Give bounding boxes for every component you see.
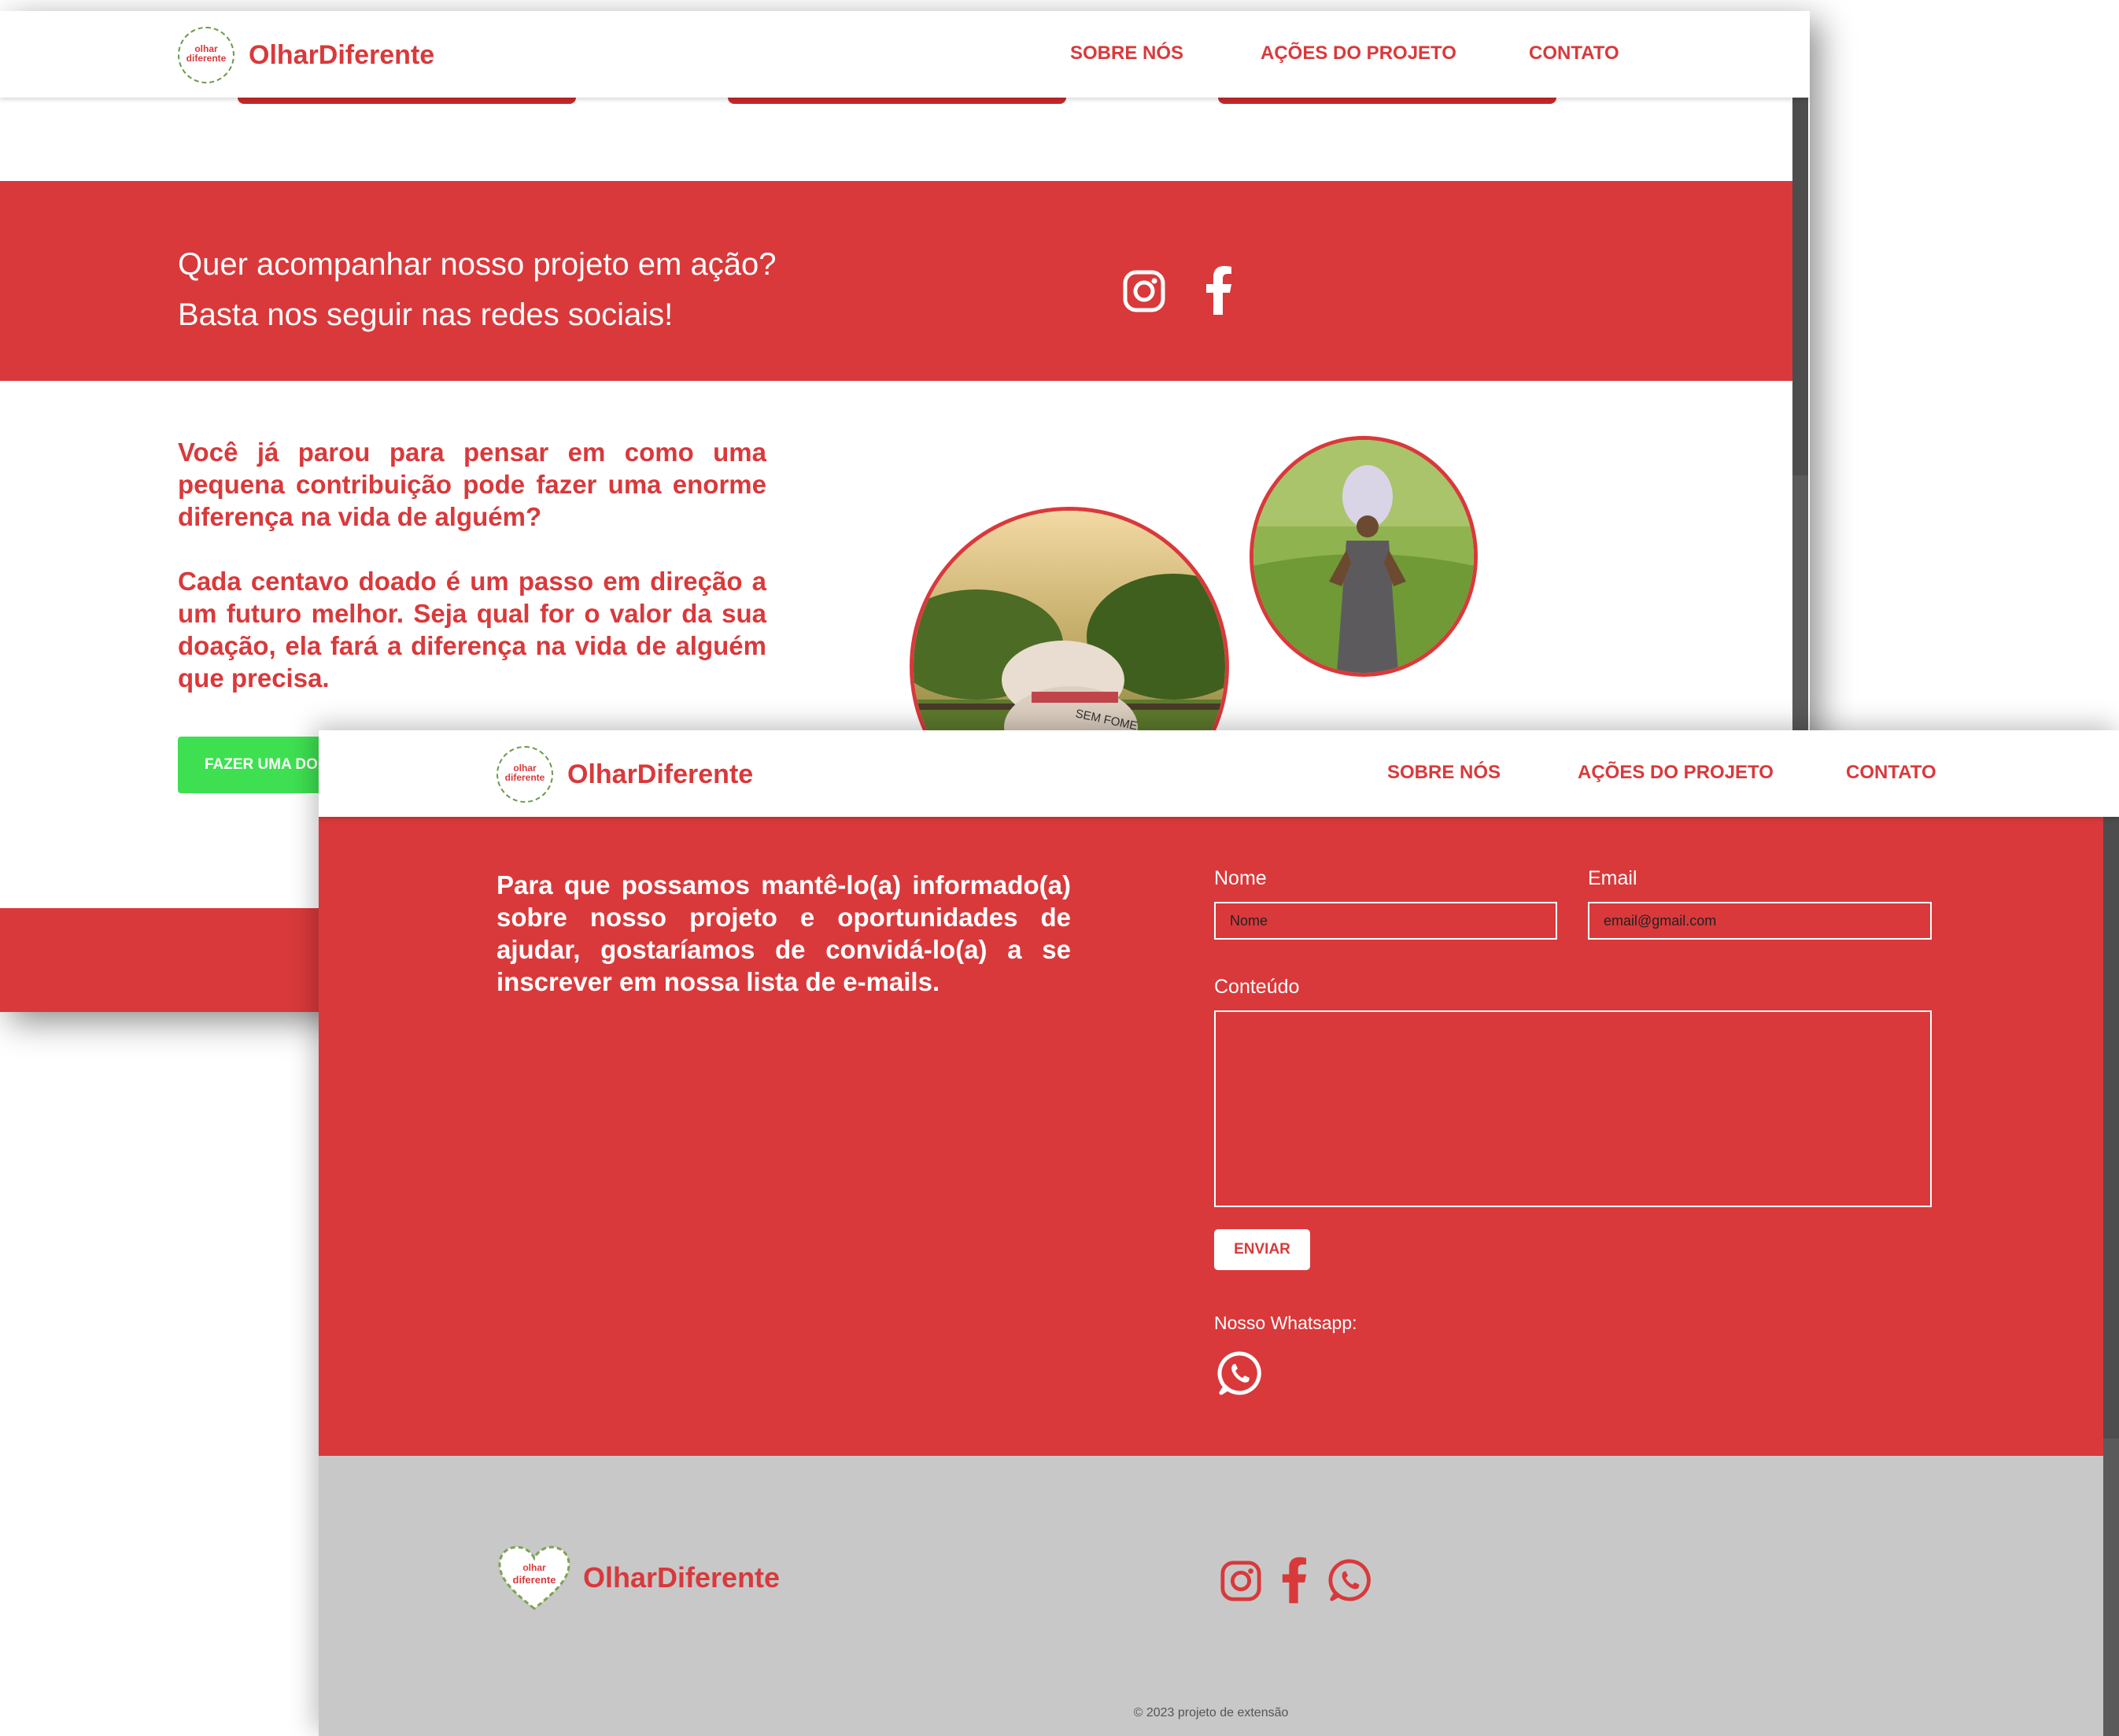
instagram-icon[interactable] [1122,269,1166,313]
copyright: © 2023 projeto de extensão [1133,1706,1289,1719]
social-band: Quer acompanhar nosso projeto em ação? B… [0,181,1792,381]
footer-facebook-icon[interactable] [1280,1557,1307,1604]
browser-window-front: olhar diferente OlharDiferente SOBRE NÓS … [319,730,2119,1736]
nav-contato[interactable]: CONTATO [1529,42,1619,65]
logo-text: olhar diferente [186,43,227,64]
email-input[interactable]: email@gmail.com [1588,902,1932,940]
content-textarea[interactable] [1214,1010,1932,1207]
scrollbar[interactable]: ▲ [2103,730,2119,1736]
name-label: Nome [1214,867,1267,889]
footer-brand[interactable]: olhar diferente OlharDiferente [497,1544,780,1612]
brand-logo-link[interactable]: olhar diferente OlharDiferente [497,746,753,803]
footer-instagram-icon[interactable] [1220,1560,1262,1602]
facebook-icon[interactable] [1204,266,1232,315]
footer: olhar diferente OlharDiferente © 2023 pr… [319,1456,2103,1736]
heart-logo-icon: olhar diferente [498,1546,570,1610]
navbar: olhar diferente OlharDiferente SOBRE NÓS … [0,11,1810,98]
navbar: olhar diferente OlharDiferente SOBRE NÓS … [319,730,2119,817]
content-label: Conteúdo [1214,976,1300,998]
svg-text:olhar: olhar [522,1562,546,1573]
brand-name: OlharDiferente [567,759,754,789]
brand-logo-link[interactable]: olhar diferente OlharDiferente [178,27,434,83]
footer-brand-name: OlharDiferente [583,1561,781,1594]
logo-text: olhar diferente [504,763,545,783]
footer-whatsapp-icon[interactable] [1328,1558,1372,1602]
contact-intro: Para que possamos mantê-lo(a) informado(… [497,870,1071,996]
email-label: Email [1588,867,1637,889]
contact-section: Para que possamos mantê-lo(a) informado(… [319,817,2103,1456]
brand-name: OlharDiferente [249,39,435,70]
scrollbar-thumb[interactable] [2103,1439,2119,1736]
svg-text:diferente: diferente [513,1574,556,1586]
donate-paragraph-2: Cada centavo doado é um passo em direção… [178,567,766,693]
whatsapp-label: Nosso Whatsapp: [1214,1313,1357,1333]
nav-acoes-do-projeto[interactable]: AÇÕES DO PROJETO [1578,762,1774,784]
logo-icon: olhar diferente [497,746,553,803]
donate-paragraph-1: Você já parou para pensar em como uma pe… [178,438,766,531]
social-heading-line1: Quer acompanhar nosso projeto em ação? [178,247,777,282]
social-heading-line2: Basta nos seguir nas redes sociais! [178,297,674,332]
donation-photo-woman [1250,436,1478,677]
whatsapp-icon[interactable] [1217,1350,1263,1396]
name-input[interactable]: Nome [1214,902,1557,940]
nav-contato[interactable]: CONTATO [1846,762,1936,784]
nav-acoes-do-projeto[interactable]: AÇÕES DO PROJETO [1261,42,1456,65]
send-button[interactable]: ENVIAR [1214,1229,1310,1270]
logo-icon: olhar diferente [178,27,234,83]
nav-sobre-nos[interactable]: SOBRE NÓS [1070,42,1183,65]
nav-sobre-nos[interactable]: SOBRE NÓS [1387,762,1501,784]
